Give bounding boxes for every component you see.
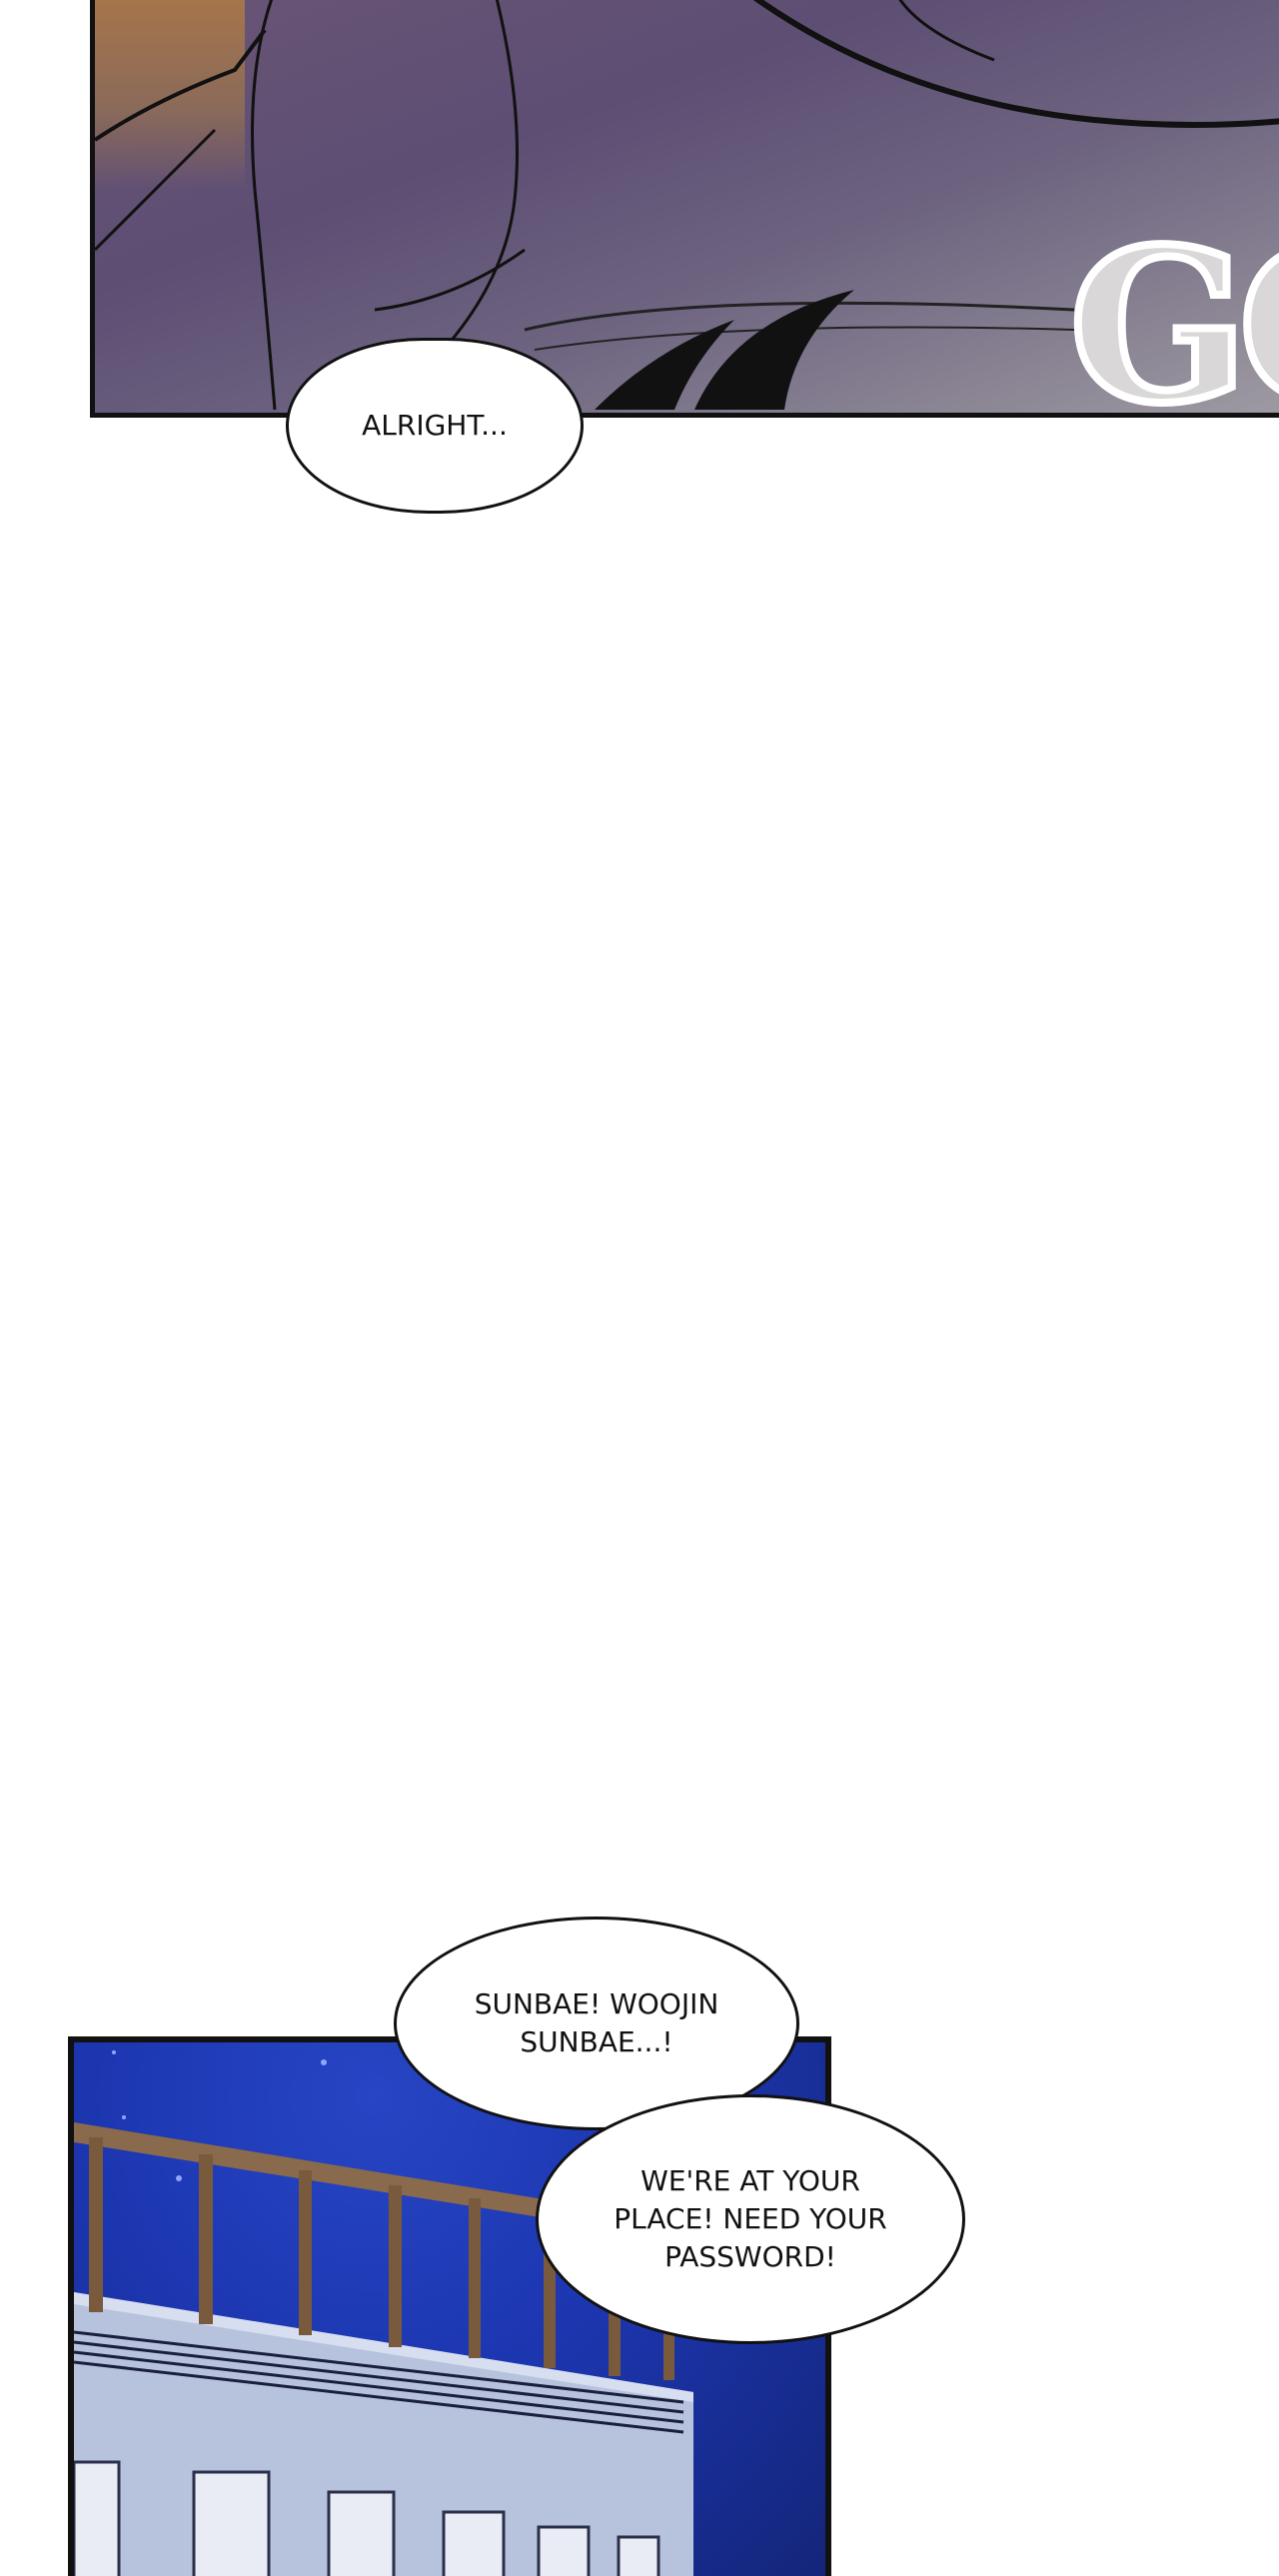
top-comic-panel: GO: [90, 0, 1279, 418]
speech-bubble-alright: ALRIGHT...: [286, 338, 584, 514]
speech-bubble-password: WE'RE AT YOUR PLACE! NEED YOUR PASSWORD!: [536, 2094, 965, 2344]
sound-effect-text: GO: [1065, 203, 1279, 418]
